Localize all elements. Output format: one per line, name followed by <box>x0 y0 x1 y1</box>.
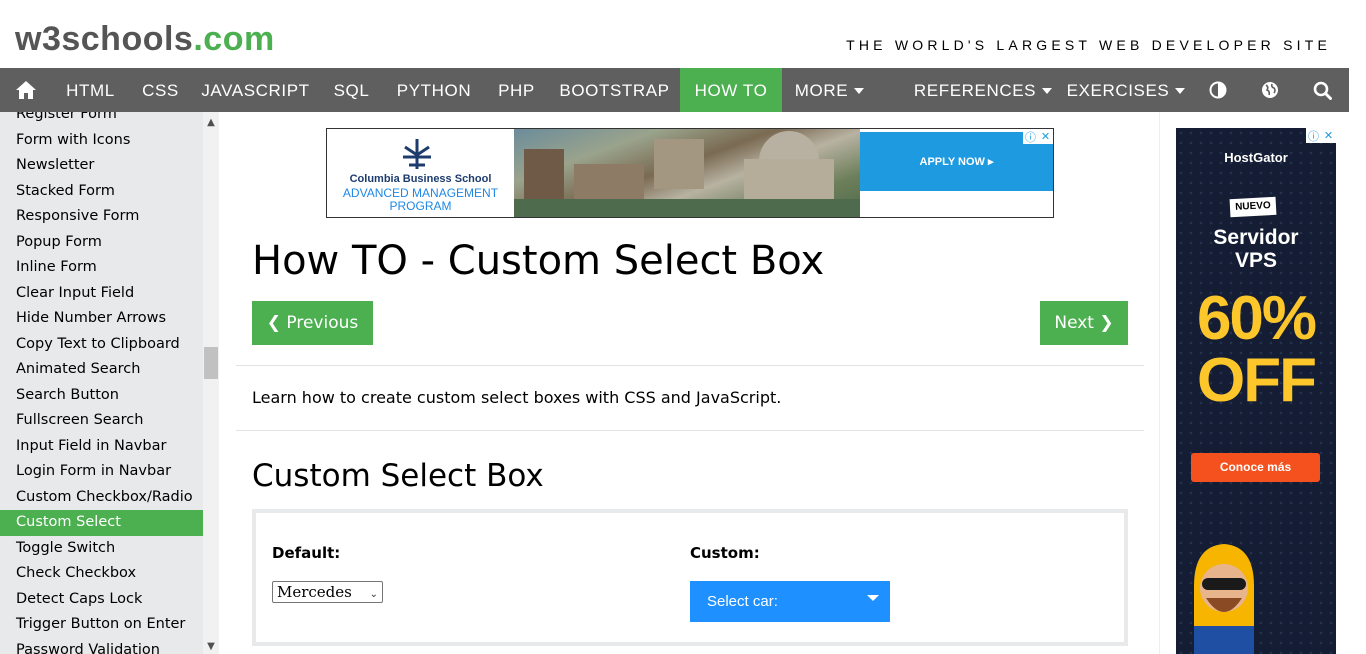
site-tagline: THE WORLD'S LARGEST WEB DEVELOPER SITE <box>846 37 1331 53</box>
nav-php[interactable]: PHP <box>484 68 549 112</box>
sidebar-item[interactable]: Trigger Button on Enter <box>0 612 203 638</box>
ad-close-icon[interactable]: ✕ <box>1321 128 1336 143</box>
caret-down-icon <box>854 88 865 94</box>
sidebar-item[interactable]: Custom Select <box>0 510 203 536</box>
search-icon[interactable] <box>1304 68 1340 112</box>
ad-info-icon[interactable]: ⓘ <box>1023 129 1038 144</box>
home-icon[interactable] <box>0 68 52 112</box>
sidebar-item[interactable]: Stacked Form <box>0 179 203 205</box>
page-title: How TO - Custom Select Box <box>252 238 825 284</box>
sidebar-item[interactable]: Custom Checkbox/Radio <box>0 485 203 511</box>
scroll-down-icon[interactable]: ▼ <box>203 638 219 654</box>
caret-down-icon <box>867 595 879 601</box>
section-title: Custom Select Box <box>252 458 544 494</box>
divider <box>236 365 1144 366</box>
nav-sql[interactable]: SQL <box>319 68 384 112</box>
caret-down-icon <box>1042 88 1053 94</box>
example-box: Default: Mercedes ⌄ Custom: Select car: <box>252 509 1128 646</box>
sidebar-item[interactable]: Fullscreen Search <box>0 408 203 434</box>
sidebar-item[interactable]: Hide Number Arrows <box>0 306 203 332</box>
caret-down-icon <box>1175 88 1186 94</box>
sidebar-item[interactable]: Toggle Switch <box>0 536 203 562</box>
next-button[interactable]: Next ❯ <box>1040 301 1128 345</box>
ad-brand: HostGator <box>1224 150 1288 165</box>
ad-product: Servidor VPS <box>1213 226 1299 272</box>
sidebar-item[interactable]: Detect Caps Lock <box>0 587 203 613</box>
sidebar-item[interactable]: Copy Text to Clipboard <box>0 332 203 358</box>
ad-mascot-image <box>1194 544 1254 654</box>
side-ad-banner[interactable]: HostGator NUEVO Servidor VPS 60% OFF Conoc… <box>1176 128 1336 654</box>
ad-campus-photo <box>514 129 860 217</box>
sidebar-item[interactable]: Login Form in Navbar <box>0 459 203 485</box>
sidebar-item[interactable]: Password Validation <box>0 638 203 654</box>
sidebar-item[interactable]: Popup Form <box>0 230 203 256</box>
ad-close-icon[interactable]: ✕ <box>1038 129 1053 144</box>
previous-button[interactable]: ❮ Previous <box>252 301 373 345</box>
nav-how-to[interactable]: HOW TO <box>680 68 782 112</box>
sidebar-scrollbar[interactable]: ▲ ▼ <box>203 112 219 654</box>
ad-cta-button[interactable]: Conoce más <box>1191 453 1320 482</box>
nav-more[interactable]: MORE <box>782 68 877 112</box>
scroll-up-icon[interactable]: ▲ <box>203 114 219 130</box>
sidebar-item[interactable]: Newsletter <box>0 153 203 179</box>
intro-text: Learn how to create custom select boxes … <box>252 388 782 407</box>
sidebar-scroll-thumb[interactable] <box>204 347 218 379</box>
left-sidebar: Register Form Form with Icons Newsletter St… <box>0 112 219 654</box>
top-ad-banner[interactable]: Columbia Business School ADVANCED MANAGE… <box>326 128 1054 218</box>
contrast-icon[interactable] <box>1200 68 1236 112</box>
site-logo[interactable]: w3schools.com <box>15 20 275 59</box>
sidebar-list: Register Form Form with Icons Newsletter St… <box>0 112 203 654</box>
columbia-crown-icon <box>403 139 431 169</box>
sidebar-item[interactable]: Responsive Form <box>0 204 203 230</box>
ad-school-name: Columbia Business School <box>349 173 492 185</box>
site-header: w3schools.com THE WORLD'S LARGEST WEB DE… <box>0 0 1366 68</box>
chevron-down-icon: ⌄ <box>369 589 378 600</box>
ad-info-icon[interactable]: ⓘ <box>1306 128 1321 143</box>
nav-bootstrap[interactable]: BOOTSTRAP <box>549 68 680 112</box>
ad-choices[interactable]: ⓘ ✕ <box>1023 129 1053 145</box>
sidebar-item[interactable]: Animated Search <box>0 357 203 383</box>
sidebar-item[interactable]: Input Field in Navbar <box>0 434 203 460</box>
default-select[interactable]: Mercedes ⌄ <box>272 581 383 603</box>
right-column: HostGator NUEVO Servidor VPS 60% OFF Conoc… <box>1159 112 1349 654</box>
sidebar-item[interactable]: Register Form <box>0 112 203 128</box>
divider <box>236 430 1144 431</box>
sidebar-item[interactable]: Inline Form <box>0 255 203 281</box>
ad-discount: 60% OFF <box>1196 284 1317 415</box>
main-content: Columbia Business School ADVANCED MANAGE… <box>219 112 1159 654</box>
nav-javascript[interactable]: JAVASCRIPT <box>192 68 319 112</box>
globe-icon[interactable] <box>1252 68 1288 112</box>
ad-badge: NUEVO <box>1229 196 1277 218</box>
nav-exercises[interactable]: EXERCISES <box>1059 68 1193 112</box>
nav-python[interactable]: PYTHON <box>384 68 484 112</box>
ad-choices[interactable]: ⓘ ✕ <box>1306 128 1336 143</box>
sidebar-item[interactable]: Check Checkbox <box>0 561 203 587</box>
ad-school-panel: Columbia Business School ADVANCED MANAGE… <box>327 129 514 217</box>
default-label: Default: <box>272 544 341 562</box>
top-navbar: HTML CSS JAVASCRIPT SQL PYTHON PHP BOOTS… <box>0 68 1349 112</box>
custom-select[interactable]: Select car: <box>690 581 890 622</box>
sidebar-item[interactable]: Form with Icons <box>0 128 203 154</box>
sidebar-item[interactable]: Search Button <box>0 383 203 409</box>
ad-program-name: ADVANCED MANAGEMENT PROGRAM <box>342 186 499 213</box>
nav-references[interactable]: REFERENCES <box>907 68 1059 112</box>
nav-html[interactable]: HTML <box>52 68 129 112</box>
custom-label: Custom: <box>690 544 760 562</box>
nav-css[interactable]: CSS <box>129 68 192 112</box>
sidebar-item[interactable]: Clear Input Field <box>0 281 203 307</box>
